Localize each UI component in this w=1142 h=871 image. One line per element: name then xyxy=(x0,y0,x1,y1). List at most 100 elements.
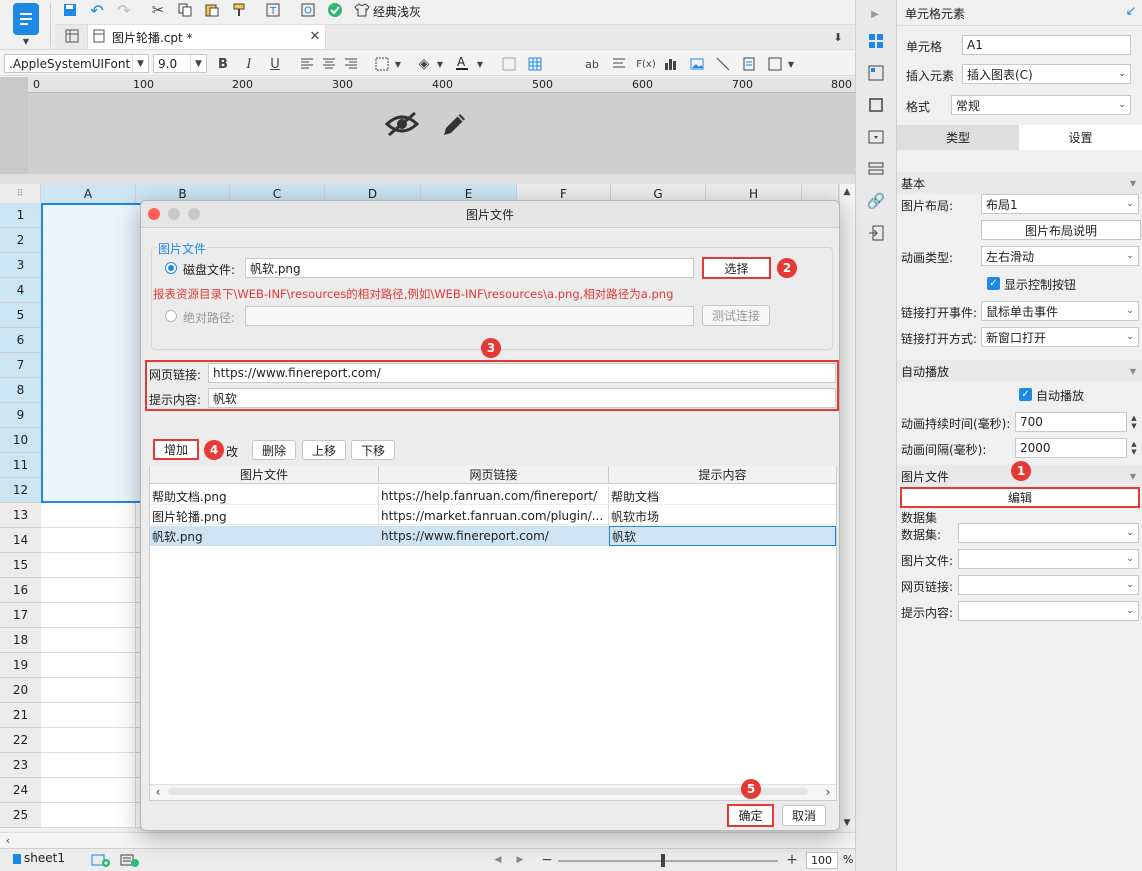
font-family-select[interactable]: .AppleSystemUIFont ▼ xyxy=(4,54,149,73)
add-form-sheet-icon[interactable] xyxy=(119,852,141,868)
theme-label[interactable]: 经典浅灰 xyxy=(373,3,421,20)
page-prev-icon[interactable]: ◀ xyxy=(492,854,504,866)
font-color-icon[interactable]: A xyxy=(453,53,471,73)
row-header[interactable]: 16 xyxy=(0,578,41,603)
row-header[interactable]: 10 xyxy=(0,428,41,453)
disk-file-input[interactable]: 帆软.png xyxy=(245,258,694,278)
row-header[interactable]: 21 xyxy=(0,703,41,728)
tip-input[interactable]: 帆软 xyxy=(208,388,836,408)
italic-button[interactable]: I xyxy=(240,55,258,73)
test-connection-button[interactable]: 测试连接 xyxy=(702,305,770,326)
horizontal-scrollbar[interactable] xyxy=(0,832,855,848)
scroll-left-icon[interactable]: ‹ xyxy=(2,834,14,847)
add-button[interactable]: 增加 xyxy=(153,439,199,460)
row-header[interactable]: 17 xyxy=(0,603,41,628)
redo-icon[interactable]: ↷ xyxy=(115,1,133,20)
expand-arrow-icon[interactable]: ▶ xyxy=(868,7,882,21)
merge-cell-icon[interactable] xyxy=(500,55,518,73)
row-header[interactable]: 23 xyxy=(0,753,41,778)
dialog-close-button[interactable] xyxy=(148,208,160,220)
table-header[interactable]: 网页链接 xyxy=(379,466,609,484)
row-header[interactable]: 14 xyxy=(0,528,41,553)
basic-section[interactable]: 基本 ▼ xyxy=(897,172,1142,194)
row-header[interactable]: 13 xyxy=(0,503,41,528)
edit-arrow-icon[interactable]: ↙ xyxy=(1124,4,1138,19)
row-header[interactable]: 3 xyxy=(0,253,41,278)
format-select[interactable]: 常规 ⌄ xyxy=(951,95,1131,115)
close-icon[interactable]: ✕ xyxy=(307,28,323,44)
app-logo-icon[interactable] xyxy=(13,3,39,35)
row-header[interactable]: 5 xyxy=(0,303,41,328)
bold-button[interactable]: B xyxy=(214,55,232,73)
add-sheet-icon[interactable] xyxy=(90,852,112,868)
formula-icon[interactable]: F(x) xyxy=(635,55,657,73)
edit-pencil-icon[interactable] xyxy=(436,106,472,142)
align-left-icon[interactable] xyxy=(298,55,316,73)
link-event-select[interactable]: 鼠标单击事件 ⌄ xyxy=(981,301,1139,321)
scroll-down-icon[interactable]: ▼ xyxy=(840,817,854,829)
row-header[interactable]: 12 xyxy=(0,478,41,503)
undo-icon[interactable]: ↶ xyxy=(88,1,106,20)
zoom-out-icon[interactable]: − xyxy=(540,852,554,868)
import-icon[interactable] xyxy=(866,223,886,243)
row-header[interactable]: 9 xyxy=(0,403,41,428)
row-header[interactable]: 7 xyxy=(0,353,41,378)
edit-images-button[interactable]: 编辑 xyxy=(900,487,1140,508)
row-header[interactable]: 11 xyxy=(0,453,41,478)
bar-chart-icon[interactable] xyxy=(662,55,680,73)
insert-element-select[interactable]: 插入图表(C) ⌄ xyxy=(962,64,1131,84)
hyperlink-icon[interactable]: 🔗 xyxy=(866,191,886,211)
table-icon[interactable] xyxy=(526,55,544,73)
text-icon[interactable]: T xyxy=(264,1,282,19)
column-header[interactable]: A xyxy=(41,184,136,203)
duration-input[interactable]: 700 xyxy=(1015,412,1127,432)
cell-element-icon[interactable] xyxy=(866,31,886,51)
cell-attr-icon[interactable] xyxy=(866,63,886,83)
row-header[interactable]: 2 xyxy=(0,228,41,253)
layout-help-button[interactable]: 图片布局说明 xyxy=(981,220,1141,240)
chevron-down-icon[interactable]: ▼ xyxy=(435,57,445,71)
diagonal-icon[interactable] xyxy=(714,55,732,73)
tab-type[interactable]: 类型 xyxy=(897,125,1019,150)
check-circle-icon[interactable] xyxy=(326,1,344,19)
zoom-slider-track[interactable] xyxy=(558,860,778,862)
row-header[interactable]: 20 xyxy=(0,678,41,703)
move-down-button[interactable]: 下移 xyxy=(351,440,395,460)
zoom-in-icon[interactable]: + xyxy=(785,852,799,868)
border-icon[interactable] xyxy=(373,55,391,73)
fill-color-icon[interactable]: ◈ xyxy=(415,55,433,73)
vertical-scrollbar[interactable] xyxy=(839,184,855,828)
row-header[interactable]: 24 xyxy=(0,778,41,803)
ds-image-select[interactable]: ⌄ xyxy=(958,549,1139,569)
dataset-select[interactable]: ⌄ xyxy=(958,523,1139,543)
cut-icon[interactable]: ✂ xyxy=(149,1,167,19)
autoplay-checkbox[interactable]: ✓ xyxy=(1019,388,1032,401)
hide-eye-icon[interactable] xyxy=(384,106,420,142)
cancel-button[interactable]: 取消 xyxy=(782,805,826,826)
row-header[interactable]: 19 xyxy=(0,653,41,678)
ds-link-select[interactable]: ⌄ xyxy=(958,575,1139,595)
align-right-icon[interactable] xyxy=(342,55,360,73)
absolute-path-radio[interactable] xyxy=(165,310,177,322)
anim-type-select[interactable]: 左右滑动 ⌄ xyxy=(981,246,1139,266)
link-mode-select[interactable]: 新窗口打开 ⌄ xyxy=(981,327,1139,347)
delete-button[interactable]: 删除 xyxy=(252,440,296,460)
row-header[interactable]: 22 xyxy=(0,728,41,753)
grid-icon[interactable] xyxy=(63,27,81,45)
ok-button[interactable]: 确定 xyxy=(727,804,774,827)
chevron-down-icon[interactable]: ▼ xyxy=(475,57,485,71)
font-size-select[interactable]: 9.0 ▼ xyxy=(153,54,207,73)
widget-icon[interactable] xyxy=(866,127,886,147)
zoom-input[interactable]: 100 xyxy=(806,852,838,869)
absolute-path-input[interactable] xyxy=(245,306,694,326)
select-button[interactable]: 选择 xyxy=(702,257,771,279)
align-center-icon[interactable] xyxy=(320,55,338,73)
paste-icon[interactable] xyxy=(203,1,221,19)
format-painter-icon[interactable] xyxy=(230,1,248,19)
autoplay-section[interactable]: 自动播放 ▼ xyxy=(897,360,1142,382)
cell-input[interactable]: A1 xyxy=(962,35,1131,55)
disk-file-radio[interactable] xyxy=(165,262,177,274)
zoom-slider-handle[interactable] xyxy=(661,854,665,867)
preview-search-icon[interactable] xyxy=(299,1,317,19)
row-header[interactable]: 18 xyxy=(0,628,41,653)
